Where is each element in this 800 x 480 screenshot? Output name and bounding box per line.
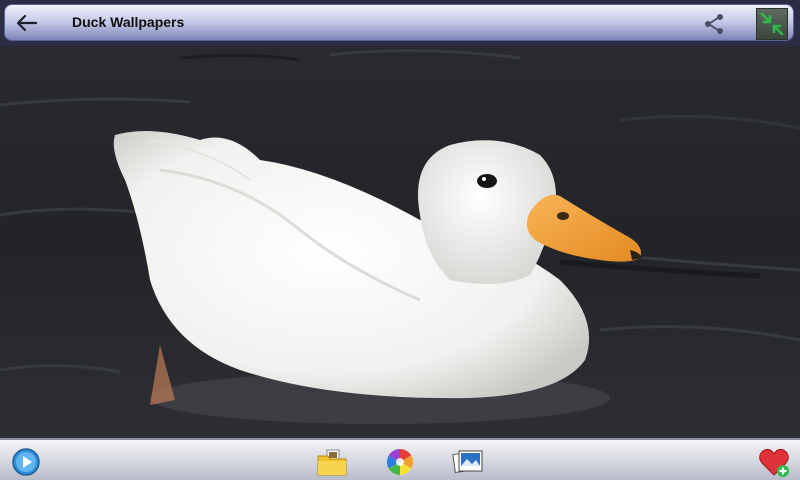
- color-filter-button[interactable]: [384, 446, 416, 478]
- bottom-toolbar: [0, 438, 800, 480]
- share-icon: [705, 14, 723, 34]
- slideshow-button[interactable]: [10, 446, 42, 478]
- collapse-arrows-icon: [760, 12, 784, 36]
- color-wheel-icon: [386, 448, 414, 476]
- folder-button[interactable]: [316, 446, 348, 478]
- folder-icon: [317, 449, 347, 476]
- wallpaper-image: [0, 0, 800, 480]
- back-button[interactable]: [10, 6, 44, 40]
- photo-stack-icon: [452, 450, 483, 474]
- page-title: Duck Wallpapers: [72, 14, 185, 30]
- heart-plus-icon: [759, 448, 789, 477]
- arrow-left-icon: [16, 14, 38, 32]
- play-icon: [12, 448, 40, 476]
- gallery-button[interactable]: [452, 446, 484, 478]
- share-button[interactable]: [700, 10, 728, 38]
- fullscreen-toggle-button[interactable]: [756, 8, 788, 40]
- top-app-bar: Duck Wallpapers: [0, 0, 800, 46]
- add-favorite-button[interactable]: [758, 446, 790, 478]
